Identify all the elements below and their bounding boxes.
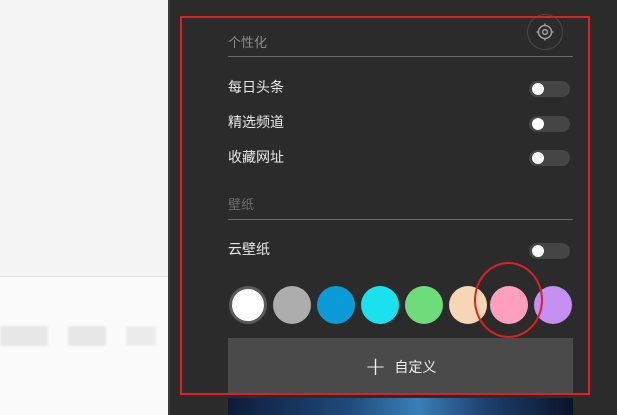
toggle-knob [532, 83, 544, 95]
blurred-shortcut [0, 326, 48, 346]
color-swatch-white[interactable] [229, 286, 267, 324]
featured-channels-label: 精选频道 [228, 115, 284, 131]
featured-channels-toggle[interactable] [529, 116, 570, 132]
plus-icon: + [364, 351, 387, 382]
page-background [0, 0, 168, 415]
color-swatch-peach[interactable] [449, 286, 487, 324]
color-swatch-gray[interactable] [273, 286, 311, 324]
custom-wallpaper-label: 自定义 [394, 359, 437, 376]
cloud-wallpaper-label: 云壁纸 [228, 242, 270, 258]
panel-divider [168, 0, 170, 415]
blurred-shortcut [126, 326, 156, 346]
page-content-area [0, 0, 168, 277]
section-divider [228, 219, 573, 220]
page-lower-area [0, 277, 168, 415]
color-swatch-pink[interactable] [490, 286, 528, 324]
color-swatch-green[interactable] [405, 286, 443, 324]
settings-icon [536, 23, 554, 41]
favorite-sites-toggle[interactable] [529, 150, 570, 166]
section-divider [228, 56, 573, 57]
browser-window: 个性化 每日头条 精选频道 收藏网址 壁纸 云壁纸 + 自定义 [0, 0, 617, 415]
toggle-knob [532, 245, 544, 257]
section-title-personalization: 个性化 [228, 36, 268, 51]
blurred-shortcut [68, 326, 106, 346]
favorite-sites-label: 收藏网址 [228, 150, 284, 166]
daily-headlines-label: 每日头条 [228, 80, 284, 96]
color-swatch-cyan[interactable] [361, 286, 399, 324]
section-title-wallpaper: 壁纸 [228, 198, 255, 213]
custom-wallpaper-button[interactable]: + 自定义 [228, 338, 573, 395]
daily-headlines-toggle[interactable] [529, 81, 570, 97]
toggle-knob [532, 152, 544, 164]
color-swatch-purple[interactable] [534, 286, 572, 324]
settings-button[interactable] [527, 14, 563, 50]
wallpaper-preview-image[interactable] [228, 398, 573, 415]
toggle-knob [532, 118, 544, 130]
color-swatch-blue[interactable] [317, 286, 355, 324]
cloud-wallpaper-toggle[interactable] [529, 243, 570, 259]
